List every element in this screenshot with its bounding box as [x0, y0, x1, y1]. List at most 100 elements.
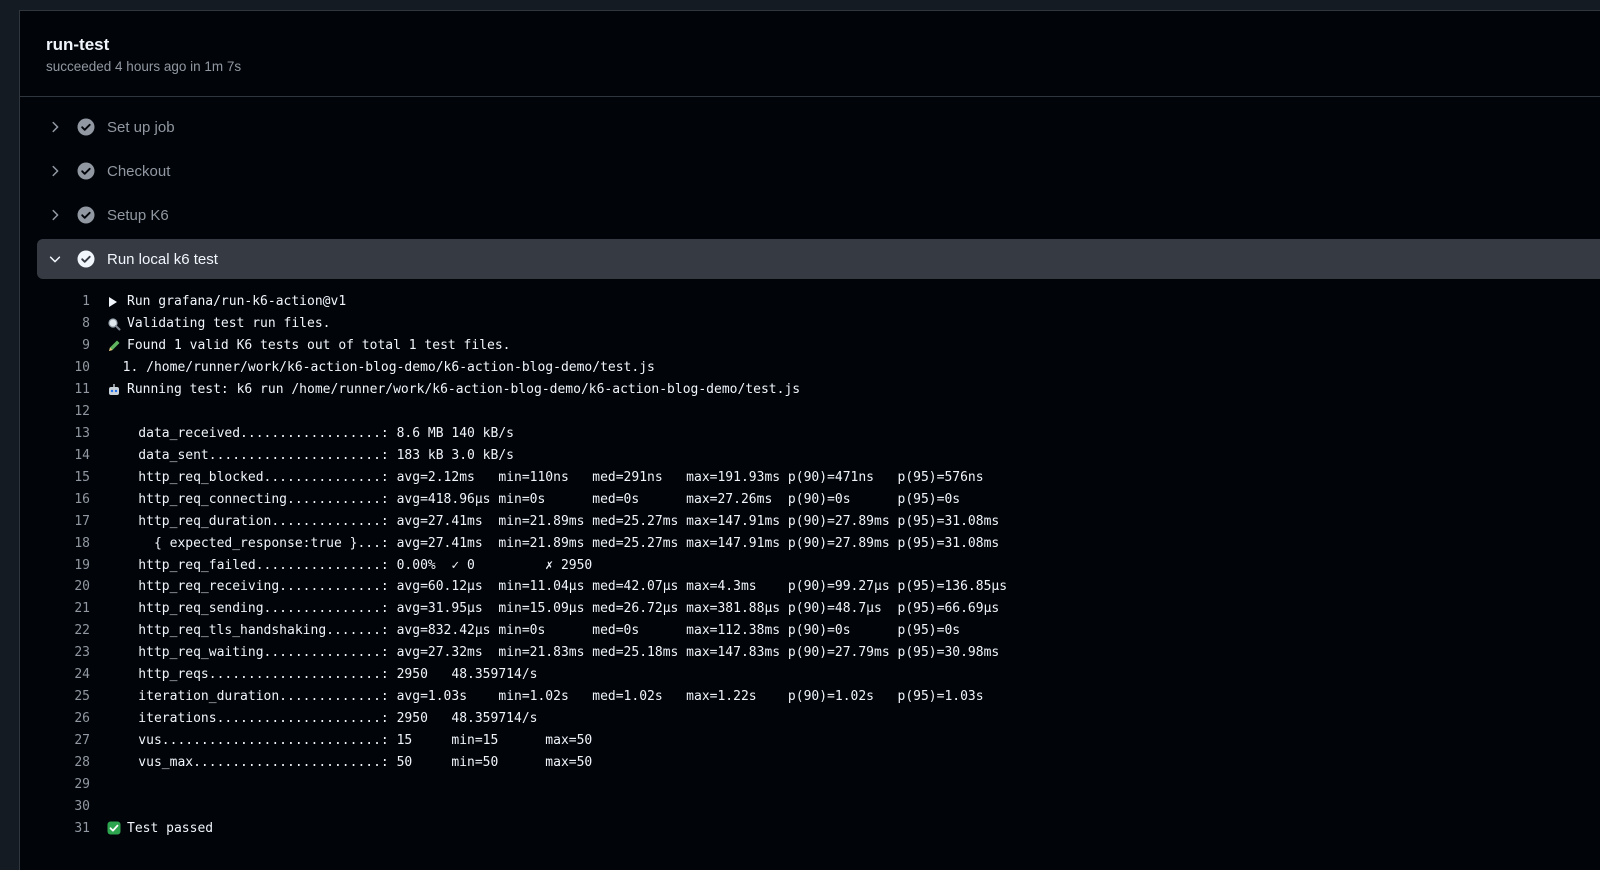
log-line: 31 Test passed	[20, 817, 1600, 839]
step-log-output: 1 Run grafana/run-k6-action@v1 8 Validating…	[20, 291, 1600, 839]
log-line: 18 { expected_response:true }...: avg=27…	[20, 532, 1600, 554]
log-text: Run grafana/run-k6-action@v1	[127, 294, 347, 310]
log-line: 29	[20, 773, 1600, 795]
line-number[interactable]: 30	[20, 799, 90, 814]
left-sidebar	[0, 10, 20, 870]
log-line: 19 http_req_failed................: 0.00…	[20, 554, 1600, 576]
line-number[interactable]: 23	[20, 645, 90, 660]
log-content: http_req_blocked...............: avg=2.1…	[107, 469, 984, 485]
line-number[interactable]: 9	[20, 338, 90, 353]
line-number[interactable]: 29	[20, 777, 90, 792]
log-text: data_received..................: 8.6 MB …	[107, 425, 514, 441]
log-content: iteration_duration.............: avg=1.0…	[107, 689, 984, 705]
log-content: data_sent......................: 183 kB …	[107, 448, 514, 463]
log-line: 8 Validating test run files.	[20, 313, 1600, 335]
chevron-right-icon[interactable]	[46, 206, 64, 224]
log-line: 28 vus_max........................: 50 m…	[20, 751, 1600, 773]
line-number[interactable]: 12	[20, 404, 90, 419]
log-text: { expected_response:true }...: avg=27.41…	[107, 535, 1000, 551]
log-content: { expected_response:true }...: avg=27.41…	[107, 536, 999, 551]
step-list: Set up job Checkout Setup K6 Run local k6 t…	[20, 97, 1600, 279]
line-number[interactable]: 13	[20, 426, 90, 441]
magnifier-icon	[107, 317, 121, 331]
line-number[interactable]: 25	[20, 689, 90, 704]
line-number[interactable]: 17	[20, 514, 90, 529]
log-line: 16 http_req_connecting............: avg=…	[20, 488, 1600, 510]
log-line: 30	[20, 795, 1600, 817]
log-text: iteration_duration.............: avg=1.0…	[107, 689, 984, 705]
log-line: 13 data_received..................: 8.6 …	[20, 423, 1600, 445]
line-number[interactable]: 20	[20, 579, 90, 594]
log-text: data_sent......................: 183 kB …	[107, 447, 514, 463]
log-text: http_req_duration..............: avg=27.…	[107, 513, 1000, 529]
step-row[interactable]: Setup K6	[37, 195, 1600, 235]
job-log-panel: run-test succeeded 4 hours ago in 1m 7s …	[20, 10, 1600, 870]
log-text: http_req_sending...............: avg=31.…	[107, 601, 1000, 617]
line-number[interactable]: 27	[20, 733, 90, 748]
line-number[interactable]: 26	[20, 711, 90, 726]
step-label: Checkout	[107, 162, 171, 180]
line-number[interactable]: 18	[20, 536, 90, 551]
line-number[interactable]: 10	[20, 360, 90, 375]
log-line: 24 http_reqs......................: 2950…	[20, 664, 1600, 686]
line-number[interactable]: 1	[20, 294, 90, 309]
log-line: 22 http_req_tls_handshaking.......: avg=…	[20, 620, 1600, 642]
line-number[interactable]: 11	[20, 382, 90, 397]
log-content: vus_max........................: 50 min=…	[107, 755, 592, 770]
top-bar	[0, 0, 1600, 10]
log-content: Found 1 valid K6 tests out of total 1 te…	[107, 338, 511, 353]
line-number[interactable]: 24	[20, 667, 90, 682]
log-content: iterations.....................: 2950 48…	[107, 711, 537, 726]
log-text: http_req_blocked...............: avg=2.1…	[107, 469, 984, 485]
log-text: http_req_connecting............: avg=418…	[107, 491, 961, 507]
log-text: Validating test run files.	[127, 316, 331, 332]
line-number[interactable]: 19	[20, 558, 90, 573]
check-circle-icon	[76, 250, 95, 269]
line-number[interactable]: 22	[20, 623, 90, 638]
log-line: 27 vus............................: 15 m…	[20, 729, 1600, 751]
log-text: vus_max........................: 50 min=…	[107, 754, 593, 770]
chevron-right-icon[interactable]	[46, 162, 64, 180]
log-content: http_req_receiving.............: avg=60.…	[107, 579, 1007, 594]
log-text: iterations.....................: 2950 48…	[107, 710, 538, 726]
workflow-run-page: run-test succeeded 4 hours ago in 1m 7s …	[0, 0, 1600, 870]
log-text: vus............................: 15 min=…	[107, 732, 593, 748]
line-number[interactable]: 31	[20, 821, 90, 836]
step-row[interactable]: Set up job	[37, 107, 1600, 147]
chevron-right-icon[interactable]	[46, 118, 64, 136]
step-label: Run local k6 test	[107, 250, 218, 268]
job-header: run-test succeeded 4 hours ago in 1m 7s	[20, 11, 1600, 97]
step-label: Setup K6	[107, 206, 169, 224]
job-title: run-test	[46, 35, 110, 54]
log-text: http_req_waiting...............: avg=27.…	[107, 645, 1000, 661]
step-row[interactable]: Run local k6 test	[37, 239, 1600, 279]
line-number[interactable]: 21	[20, 601, 90, 616]
log-text: 1. /home/runner/work/k6-action-blog-demo…	[107, 360, 655, 376]
log-line: 12	[20, 401, 1600, 423]
step-label: Set up job	[107, 118, 175, 136]
log-content: vus............................: 15 min=…	[107, 733, 592, 748]
log-line: 15 http_req_blocked...............: avg=…	[20, 466, 1600, 488]
check-circle-icon	[76, 206, 95, 225]
line-number[interactable]: 14	[20, 448, 90, 463]
log-line: 21 http_req_sending...............: avg=…	[20, 598, 1600, 620]
log-line: 1 Run grafana/run-k6-action@v1	[20, 291, 1600, 313]
log-content: http_req_tls_handshaking.......: avg=832…	[107, 623, 960, 638]
triangle-right-icon[interactable]	[107, 295, 121, 309]
log-line: 20 http_req_receiving.............: avg=…	[20, 576, 1600, 598]
line-number[interactable]: 28	[20, 755, 90, 770]
step-row[interactable]: Checkout	[37, 151, 1600, 191]
chevron-down-icon[interactable]	[46, 250, 64, 268]
log-content: http_req_connecting............: avg=418…	[107, 492, 960, 507]
log-content: http_req_sending...............: avg=31.…	[107, 601, 999, 616]
log-text: http_reqs......................: 2950 48…	[107, 667, 538, 683]
robot-icon	[107, 383, 121, 397]
line-number[interactable]: 15	[20, 470, 90, 485]
log-line: 17 http_req_duration..............: avg=…	[20, 510, 1600, 532]
job-status-summary: succeeded 4 hours ago in 1m 7s	[46, 59, 242, 74]
line-number[interactable]: 16	[20, 492, 90, 507]
log-content: http_req_waiting...............: avg=27.…	[107, 645, 999, 660]
log-text: Found 1 valid K6 tests out of total 1 te…	[127, 338, 511, 354]
log-line: 10 1. /home/runner/work/k6-action-blog-d…	[20, 357, 1600, 379]
line-number[interactable]: 8	[20, 316, 90, 331]
